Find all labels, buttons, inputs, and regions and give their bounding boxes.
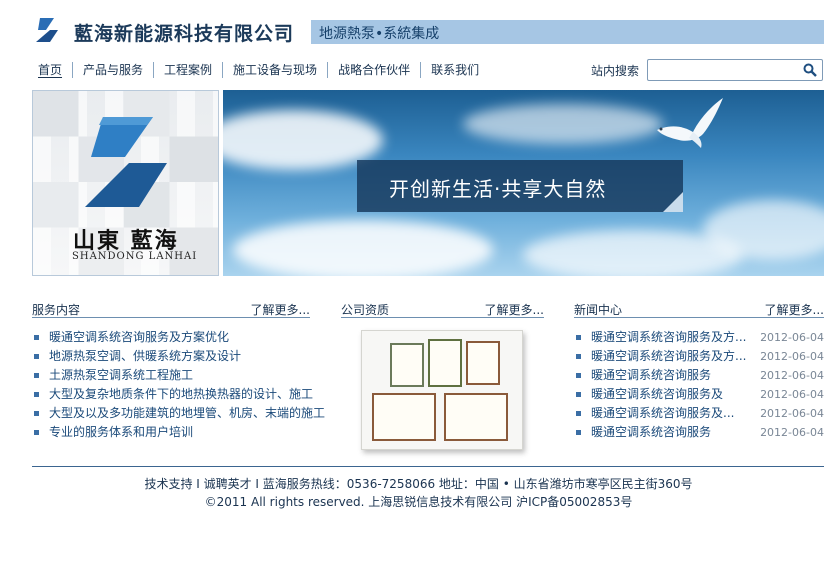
bullet-icon — [576, 373, 581, 378]
certificate-thumbnail — [444, 393, 508, 441]
news-item[interactable]: 暖通空调系统咨询服务及方... 2012-06-04 — [574, 347, 824, 366]
news-item[interactable]: 暖通空调系统咨询服务及 2012-06-04 — [574, 385, 824, 404]
services-more-link[interactable]: 了解更多... — [251, 301, 310, 318]
bullet-icon — [34, 335, 39, 340]
banner-caption: 开创新生活·共享大自然 — [357, 160, 683, 212]
footer-divider — [32, 466, 824, 467]
bullet-icon — [34, 373, 39, 378]
certificate-thumbnail — [390, 343, 424, 387]
news-item-title: 暖通空调系统咨询服务及 — [591, 387, 724, 401]
hero-banner: 开创新生活·共享大自然 — [223, 90, 824, 276]
bullet-icon — [576, 392, 581, 397]
certificate-thumbnail — [428, 339, 462, 387]
bullet-icon — [576, 430, 581, 435]
search-box — [647, 59, 823, 81]
news-item[interactable]: 暖通空调系统咨询服务及方... 2012-06-04 — [574, 328, 824, 347]
news-item-title: 暖通空调系统咨询服务 — [591, 368, 712, 382]
bullet-icon — [576, 335, 581, 340]
news-item[interactable]: 暖通空调系统咨询服务 2012-06-04 — [574, 366, 824, 385]
bullet-icon — [34, 411, 39, 416]
news-list: 暖通空调系统咨询服务及方... 2012-06-04 暖通空调系统咨询服务及方..… — [574, 328, 824, 442]
dove-icon — [657, 98, 723, 148]
bullet-icon — [34, 354, 39, 359]
news-item-date: 2012-06-04 — [760, 350, 824, 363]
bullet-icon — [576, 354, 581, 359]
nav-item-equipment-site[interactable]: 施工设备与现场 — [223, 62, 329, 78]
news-item-title: 暖通空调系统咨询服务及... — [591, 406, 735, 420]
news-item-title: 暖通空调系统咨询服务及方... — [591, 330, 747, 344]
news-item-title: 暖通空调系统咨询服务及方... — [591, 349, 747, 363]
brand-name-english: SHANDONG LANHAI — [72, 251, 198, 262]
news-item-title: 暖通空调系统咨询服务 — [591, 425, 712, 439]
slogan-bar: 地源熱泵•系統集成 — [311, 20, 824, 44]
qualifications-header: 公司资质 了解更多... — [341, 300, 544, 318]
certificates-image[interactable] — [361, 330, 523, 450]
certificate-thumbnail — [372, 393, 436, 441]
qualifications-title: 公司资质 — [341, 303, 390, 317]
service-item[interactable]: 暖通空调系统咨询服务及方案优化 — [32, 328, 310, 347]
caption-corner-accent — [663, 192, 683, 212]
news-item-date: 2012-06-04 — [760, 388, 824, 401]
service-item[interactable]: 大型及以及多功能建筑的地埋管、机房、末端的施工 — [32, 404, 325, 423]
news-item-date: 2012-06-04 — [760, 426, 824, 439]
news-section: 新闻中心 了解更多... 暖通空调系统咨询服务及方... 2012-06-04 暖… — [574, 300, 824, 442]
qualifications-section: 公司资质 了解更多... — [341, 300, 544, 450]
news-item-date: 2012-06-04 — [760, 331, 824, 344]
certificate-thumbnail — [466, 341, 500, 385]
news-item-date: 2012-06-04 — [760, 407, 824, 420]
slogan-text: 地源熱泵•系統集成 — [319, 26, 440, 42]
news-item[interactable]: 暖通空调系统咨询服务及... 2012-06-04 — [574, 404, 824, 423]
nav-item-home[interactable]: 首页 — [32, 62, 74, 78]
footer-copyright-line: ©2011 All rights reserved. 上海思锐信息技术有限公司 … — [204, 495, 633, 509]
service-item[interactable]: 专业的服务体系和用户培训 — [32, 423, 310, 442]
bullet-icon — [34, 392, 39, 397]
news-title: 新闻中心 — [574, 303, 623, 317]
bullet-icon — [576, 411, 581, 416]
footer-contact-line: 技术支持 I 诚聘英才 I 蓝海服务热线：0536-7258066 地址：中国 … — [144, 477, 693, 491]
services-header: 服务内容 了解更多... — [32, 300, 310, 318]
nav-item-cases[interactable]: 工程案例 — [154, 62, 224, 78]
brand-emblem-icon — [85, 117, 167, 207]
services-title: 服务内容 — [32, 303, 81, 317]
cloud-shape — [463, 104, 663, 144]
nav-item-products-services[interactable]: 产品与服务 — [73, 62, 155, 78]
banner-caption-text: 开创新生活·共享大自然 — [389, 177, 607, 201]
news-header: 新闻中心 了解更多... — [574, 300, 824, 318]
nav-item-contact[interactable]: 联系我们 — [421, 62, 489, 78]
search-label: 站内搜索 — [591, 64, 640, 78]
search-input[interactable] — [652, 62, 800, 78]
qualifications-more-link[interactable]: 了解更多... — [485, 301, 544, 318]
search-icon[interactable] — [803, 63, 817, 77]
news-item[interactable]: 暖通空调系统咨询服务 2012-06-04 — [574, 423, 824, 442]
bullet-icon — [34, 430, 39, 435]
main-nav: 首页 产品与服务 工程案例 施工设备与现场 战略合作伙伴 联系我们 — [32, 60, 489, 80]
services-list: 暖通空调系统咨询服务及方案优化 地源热泵空调、供暖系统方案及设计 土源热泵空调系… — [32, 328, 325, 442]
cloud-shape — [233, 220, 493, 276]
company-name: 藍海新能源科技有限公司 — [74, 23, 295, 45]
company-logo-icon — [36, 18, 58, 42]
nav-item-partners[interactable]: 战略合作伙伴 — [328, 62, 422, 78]
service-item[interactable]: 土源热泵空调系统工程施工 — [32, 366, 310, 385]
news-item-date: 2012-06-04 — [760, 369, 824, 382]
news-more-link[interactable]: 了解更多... — [765, 301, 824, 318]
service-item[interactable]: 地源热泵空调、供暖系统方案及设计 — [32, 347, 310, 366]
brand-logo-panel: 山東 藍海 SHANDONG LANHAI — [32, 90, 219, 276]
services-section: 服务内容 了解更多... 暖通空调系统咨询服务及方案优化 地源热泵空调、供暖系统… — [32, 300, 325, 442]
service-item[interactable]: 大型及复杂地质条件下的地热换热器的设计、施工 — [32, 385, 313, 404]
